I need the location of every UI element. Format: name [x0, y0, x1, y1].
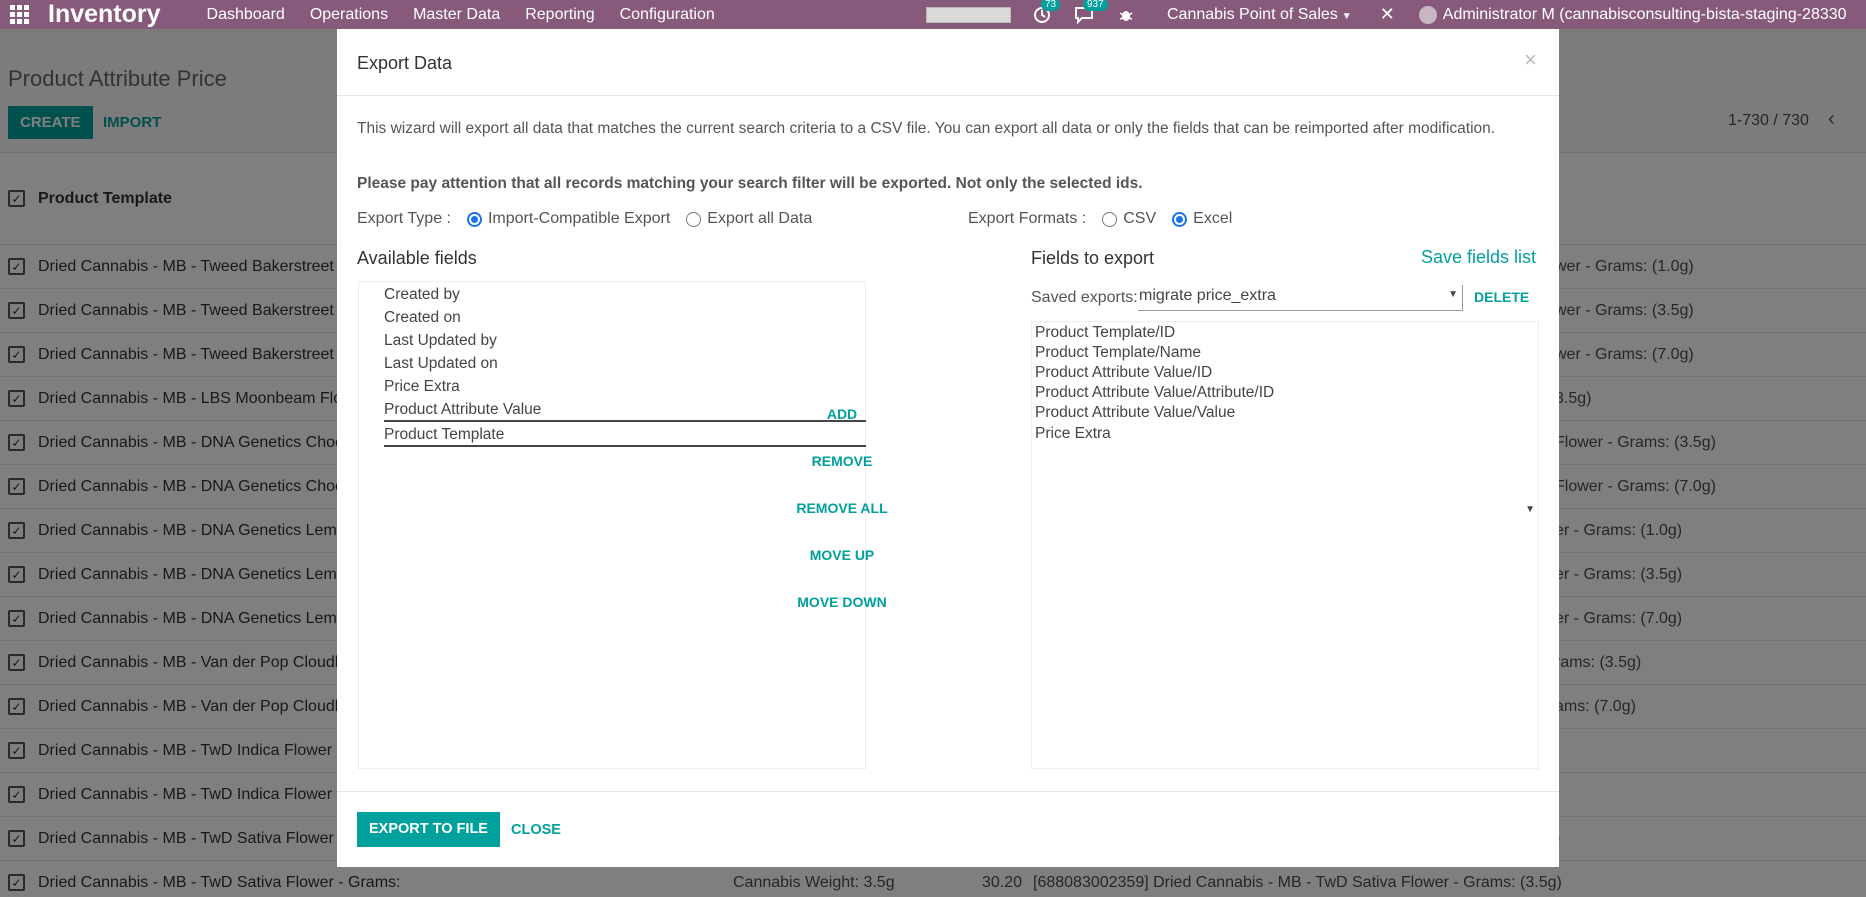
menu-reporting[interactable]: Reporting: [525, 6, 594, 24]
warning-text: Please pay attention that all records ma…: [357, 175, 1143, 192]
bug-icon[interactable]: [1115, 4, 1137, 26]
export-field-item[interactable]: Product Attribute Value/ID: [1035, 364, 1212, 382]
user-menu[interactable]: Administrator M (cannabisconsulting-bist…: [1443, 6, 1847, 24]
menu-configuration[interactable]: Configuration: [620, 6, 715, 24]
export-all-data-label[interactable]: Export all Data: [707, 210, 812, 228]
close-icon[interactable]: ×: [1524, 47, 1537, 73]
chevron-down-icon: ▼: [1448, 289, 1458, 300]
company-name: Cannabis Point of Sales: [1167, 5, 1338, 23]
delete-button[interactable]: DELETE: [1474, 289, 1529, 305]
messages-badge: 937: [1083, 0, 1108, 11]
available-field-item[interactable]: Product Template: [384, 426, 866, 447]
excel-label[interactable]: Excel: [1193, 210, 1232, 228]
chevron-down-icon[interactable]: ▼: [1525, 504, 1535, 515]
available-field-item[interactable]: Created on: [384, 309, 461, 327]
fields-to-export-list[interactable]: Product Template/ID Product Template/Nam…: [1031, 321, 1539, 769]
csv-radio[interactable]: [1102, 211, 1118, 227]
app-brand[interactable]: Inventory: [48, 0, 161, 29]
barcode-search-pill[interactable]: [926, 6, 1011, 23]
available-field-item[interactable]: Price Extra: [384, 378, 460, 396]
export-type-label: Export Type :: [357, 210, 451, 227]
export-field-item[interactable]: Price Extra: [1035, 425, 1111, 443]
top-navbar: Inventory Dashboard Operations Master Da…: [0, 0, 1866, 29]
export-field-item[interactable]: Product Attribute Value/Value: [1035, 404, 1235, 422]
intro-text: This wizard will export all data that ma…: [357, 120, 1496, 137]
remove-button[interactable]: REMOVE: [777, 453, 907, 469]
export-to-file-button[interactable]: EXPORT TO FILE: [357, 812, 500, 847]
export-field-item[interactable]: Product Template/Name: [1035, 344, 1201, 362]
modal-title: Export Data: [357, 53, 453, 73]
menu-master-data[interactable]: Master Data: [413, 6, 500, 24]
export-type-row: Export Type : Import-Compatible Export E…: [357, 210, 812, 228]
fields-to-export-title: Fields to export: [1031, 248, 1155, 268]
chevron-down-icon: ▼: [1341, 10, 1352, 22]
csv-label[interactable]: CSV: [1123, 210, 1156, 228]
activity-badge: 73: [1041, 0, 1061, 11]
activity-icon[interactable]: 73: [1031, 0, 1061, 26]
saved-exports-select[interactable]: migrate price_extra ▼: [1138, 285, 1463, 311]
modal-footer: EXPORT TO FILE CLOSE: [337, 791, 1559, 867]
saved-exports-value: migrate price_extra: [1139, 287, 1276, 304]
move-up-button[interactable]: MOVE UP: [777, 547, 907, 563]
excel-radio[interactable]: [1172, 211, 1188, 227]
company-switcher[interactable]: Cannabis Point of Sales ▼: [1167, 6, 1352, 24]
export-field-item[interactable]: Product Attribute Value/Attribute/ID: [1035, 384, 1274, 402]
move-down-button[interactable]: MOVE DOWN: [777, 594, 907, 610]
avatar[interactable]: [1418, 5, 1437, 24]
save-fields-list-link[interactable]: Save fields list: [1421, 247, 1536, 268]
menu-dashboard[interactable]: Dashboard: [207, 6, 285, 24]
available-field-item[interactable]: Last Updated by: [384, 332, 497, 350]
menu-operations[interactable]: Operations: [310, 6, 388, 24]
export-all-data-radio[interactable]: [686, 211, 702, 227]
export-formats-label: Export Formats :: [968, 210, 1087, 227]
close-button[interactable]: CLOSE: [511, 822, 561, 838]
import-compatible-radio[interactable]: [466, 211, 482, 227]
available-fields-list[interactable]: Created by Created on Last Updated by La…: [358, 281, 866, 769]
remove-all-button[interactable]: REMOVE ALL: [777, 500, 907, 516]
import-compatible-label[interactable]: Import-Compatible Export: [488, 210, 670, 228]
export-field-item[interactable]: Product Template/ID: [1035, 324, 1175, 342]
systray: 73 937 Cannabis Point of Sales ▼ ✕ Admini…: [926, 0, 1847, 29]
available-field-item[interactable]: Created by: [384, 286, 460, 304]
available-fields-title: Available fields: [357, 248, 477, 268]
apps-grid-icon[interactable]: [0, 0, 38, 29]
tools-icon[interactable]: ✕: [1380, 4, 1395, 25]
modal-header: Export Data ×: [337, 29, 1559, 96]
saved-exports-label: Saved exports:: [1031, 289, 1138, 306]
add-button[interactable]: ADD: [777, 406, 907, 422]
export-format-row: Export Formats : CSV Excel: [968, 210, 1232, 228]
available-field-item[interactable]: Last Updated on: [384, 355, 498, 373]
export-data-dialog: Export Data × This wizard will export al…: [337, 29, 1559, 867]
messages-icon[interactable]: 937: [1073, 0, 1108, 26]
